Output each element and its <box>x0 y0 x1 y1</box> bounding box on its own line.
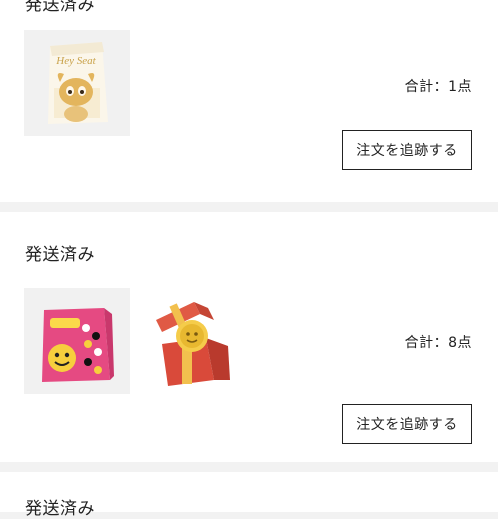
order-card: 発送済み Hey Seat 合計：1点 注文を追跡する <box>0 0 498 202</box>
order-status: 発送済み <box>25 245 95 265</box>
order-total: 合計：1点 <box>404 79 472 95</box>
gift-box-icon <box>136 288 242 394</box>
order-card: 発送済み <box>0 472 498 519</box>
product-thumbnail[interactable]: Hey Seat <box>24 30 130 136</box>
box-brand-text: Hey Seat <box>55 55 96 67</box>
blind-box-image: Hey Seat <box>24 30 130 136</box>
track-order-button[interactable]: 注文を追跡する <box>342 130 472 170</box>
product-thumbnail[interactable] <box>24 288 130 394</box>
track-order-button[interactable]: 注文を追跡する <box>342 404 472 444</box>
order-status: 発送済み <box>25 0 95 15</box>
order-total: 合計：8点 <box>404 335 472 351</box>
pink-blind-box-image <box>24 288 130 394</box>
order-card: 発送済み <box>0 212 498 462</box>
